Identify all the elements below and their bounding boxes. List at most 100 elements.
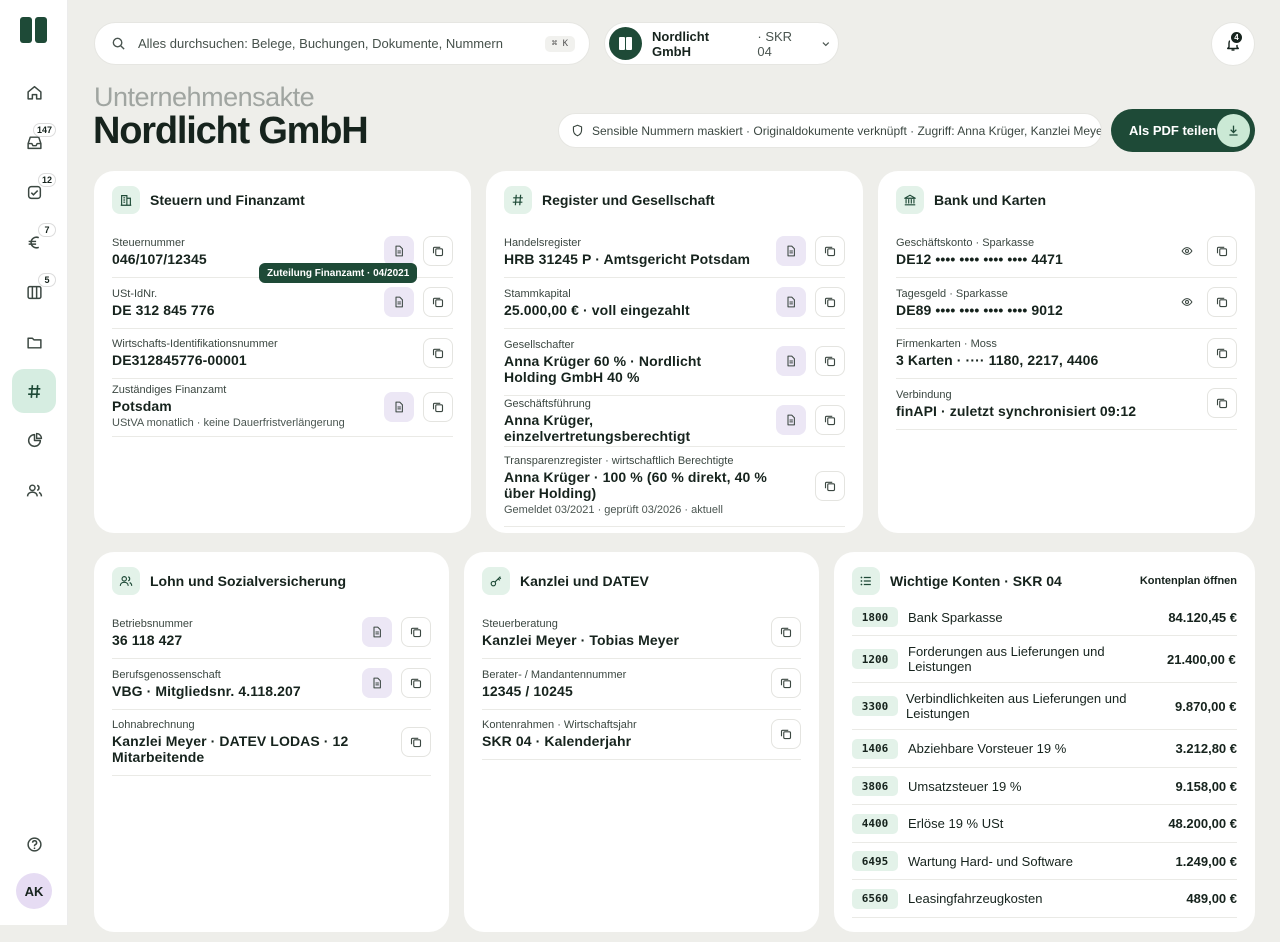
- card-title: Bank und Karten: [934, 192, 1047, 208]
- field-label: Geschäftskonto · Sparkasse: [896, 236, 1035, 249]
- copy-button[interactable]: [423, 236, 453, 266]
- copy-button[interactable]: [1207, 236, 1237, 266]
- company-logo: [609, 27, 642, 60]
- nav-home[interactable]: [12, 70, 56, 114]
- field-list: Steuernummer 046/107/12345 USt-IdNr. DE 31…: [112, 227, 453, 437]
- nav-board[interactable]: 5: [12, 270, 56, 314]
- copy-button[interactable]: [1207, 388, 1237, 418]
- field-note: UStVA monatlich · keine Dauerfristverlän…: [112, 417, 345, 429]
- share-pdf-button[interactable]: Als PDF teilen: [1111, 109, 1255, 152]
- reveal-button[interactable]: [1176, 236, 1198, 266]
- open-document-button[interactable]: [362, 668, 392, 698]
- field-value: HRB 31245 P · Amtsgericht Potsdam: [504, 250, 751, 267]
- reveal-button[interactable]: [1176, 287, 1198, 317]
- copy-button[interactable]: [401, 726, 431, 757]
- user-avatar[interactable]: AK: [16, 873, 52, 909]
- account-balance: 3.212,80 €: [1175, 741, 1237, 756]
- copy-button[interactable]: [423, 287, 453, 317]
- euro-icon: [28, 235, 39, 249]
- field-value: 3 Karten · ···· 1180, 2217, 4406: [896, 352, 1099, 368]
- nav-people[interactable]: [12, 468, 56, 512]
- document-icon: [785, 414, 797, 426]
- copy-button[interactable]: [401, 617, 431, 647]
- account-row[interactable]: 3300 Verbindlichkeiten aus Lieferungen u…: [852, 683, 1237, 730]
- users-icon: [26, 483, 42, 496]
- key-icon: [482, 567, 510, 595]
- copy-button[interactable]: [815, 346, 845, 376]
- card-key-accounts: Wichtige Konten · SKR 04 Kontenplan öffn…: [834, 552, 1255, 932]
- copy-button[interactable]: [771, 668, 801, 698]
- copy-icon: [410, 626, 422, 638]
- open-document-button[interactable]: [384, 391, 414, 422]
- security-notice-text: Sensible Nummern maskiert · Originaldoku…: [592, 123, 1102, 138]
- account-row[interactable]: 1406 Abziehbare Vorsteuer 19 % 3.212,80 …: [852, 730, 1237, 768]
- account-balance: 1.249,00 €: [1175, 853, 1237, 869]
- open-chart-of-accounts-link[interactable]: Kontenplan öffnen: [1140, 575, 1237, 587]
- account-row[interactable]: 3806 Umsatzsteuer 19 % 9.158,00 €: [852, 768, 1237, 805]
- copy-button[interactable]: [815, 236, 845, 266]
- open-document-button[interactable]: [362, 617, 392, 647]
- field-label: Firmenkarten · Moss: [896, 338, 997, 350]
- account-row[interactable]: 6495 Wartung Hard- und Software 1.249,00…: [852, 843, 1237, 880]
- nav-reports[interactable]: [12, 418, 56, 462]
- field-label: Gesellschafter: [504, 338, 575, 351]
- copy-button[interactable]: [771, 718, 801, 749]
- account-balance: 84.120,45 €: [1168, 609, 1237, 625]
- company-chart-of-accounts: · SKR 04: [757, 28, 793, 59]
- open-document-button[interactable]: [776, 287, 806, 317]
- document-icon: [785, 296, 797, 308]
- field-value: Anna Krüger, einzelvertretungsberechtigt: [504, 411, 691, 444]
- field-row: Lohnabrechnung Kanzlei Meyer · DATEV LODA…: [112, 710, 431, 776]
- copy-icon: [432, 245, 444, 257]
- copy-button[interactable]: [401, 668, 431, 698]
- field-list: Betriebsnummer 36 118 427 Berufsgenossens…: [112, 608, 431, 776]
- company-switcher[interactable]: Nordlicht GmbH · SKR 04: [604, 22, 839, 65]
- field-row: Gesellschafter Anna Krüger 60 % · Nordlic…: [504, 329, 845, 396]
- search-input[interactable]: Alles durchsuchen: Belege, Buchungen, Do…: [138, 36, 545, 51]
- account-name: Bank Sparkasse: [908, 609, 1003, 625]
- download-icon-circle: [1217, 114, 1250, 147]
- copy-icon: [410, 677, 422, 689]
- account-row[interactable]: 6560 Leasingfahrzeugkosten 489,00 €: [852, 880, 1237, 918]
- account-row[interactable]: 4400 Erlöse 19 % USt 48.200,00 €: [852, 805, 1237, 843]
- account-balance: 21.400,00 €: [1167, 651, 1236, 667]
- copy-button[interactable]: [815, 287, 845, 317]
- app-logo[interactable]: [20, 17, 48, 43]
- copy-button[interactable]: [771, 617, 801, 647]
- copy-button[interactable]: [423, 391, 453, 422]
- account-row[interactable]: 1200 Forderungen aus Lieferungen und Lei…: [852, 636, 1237, 683]
- account-number: 1200: [852, 649, 898, 669]
- field-row: Kontenrahmen · Wirtschaftsjahr SKR 04 · K…: [482, 710, 801, 760]
- notifications-button[interactable]: 4: [1211, 22, 1255, 66]
- nav-inbox[interactable]: 147: [12, 120, 56, 164]
- copy-icon: [780, 728, 792, 740]
- open-document-button[interactable]: [776, 236, 806, 266]
- open-document-button[interactable]: [384, 287, 414, 317]
- copy-button[interactable]: [815, 405, 845, 435]
- nav-finance[interactable]: 7: [12, 220, 56, 264]
- account-row[interactable]: 1800 Bank Sparkasse 84.120,45 €: [852, 599, 1237, 636]
- open-document-button[interactable]: [776, 405, 806, 435]
- nav-help[interactable]: [12, 822, 56, 866]
- field-value: SKR 04 · Kalenderjahr: [482, 733, 632, 749]
- nav-tasks[interactable]: 12: [12, 170, 56, 214]
- account-number: 6560: [852, 888, 898, 909]
- copy-button[interactable]: [815, 470, 845, 501]
- nav-company-file[interactable]: [12, 369, 56, 413]
- copy-button[interactable]: [423, 337, 453, 368]
- nav-badge: 7: [38, 223, 56, 237]
- global-search[interactable]: Alles durchsuchen: Belege, Buchungen, Do…: [94, 22, 590, 65]
- field-label: USt-IdNr.: [112, 287, 158, 300]
- copy-icon: [1216, 347, 1228, 359]
- open-document-button[interactable]: [384, 236, 414, 266]
- field-value: Anna Krüger · 100 % (60 % direkt, 40 % ü…: [504, 469, 767, 501]
- card-header: Kanzlei und DATEV: [482, 567, 801, 595]
- account-name: Wartung Hard- und Software: [908, 853, 1073, 869]
- open-document-button[interactable]: [776, 346, 806, 376]
- copy-button[interactable]: [1207, 337, 1237, 368]
- field-row: Wirtschafts-Identifikationsnummer DE31284…: [112, 329, 453, 379]
- copy-button[interactable]: [1207, 287, 1237, 317]
- users-icon: [112, 567, 140, 595]
- nav-documents[interactable]: [12, 320, 56, 364]
- copy-icon: [824, 355, 836, 367]
